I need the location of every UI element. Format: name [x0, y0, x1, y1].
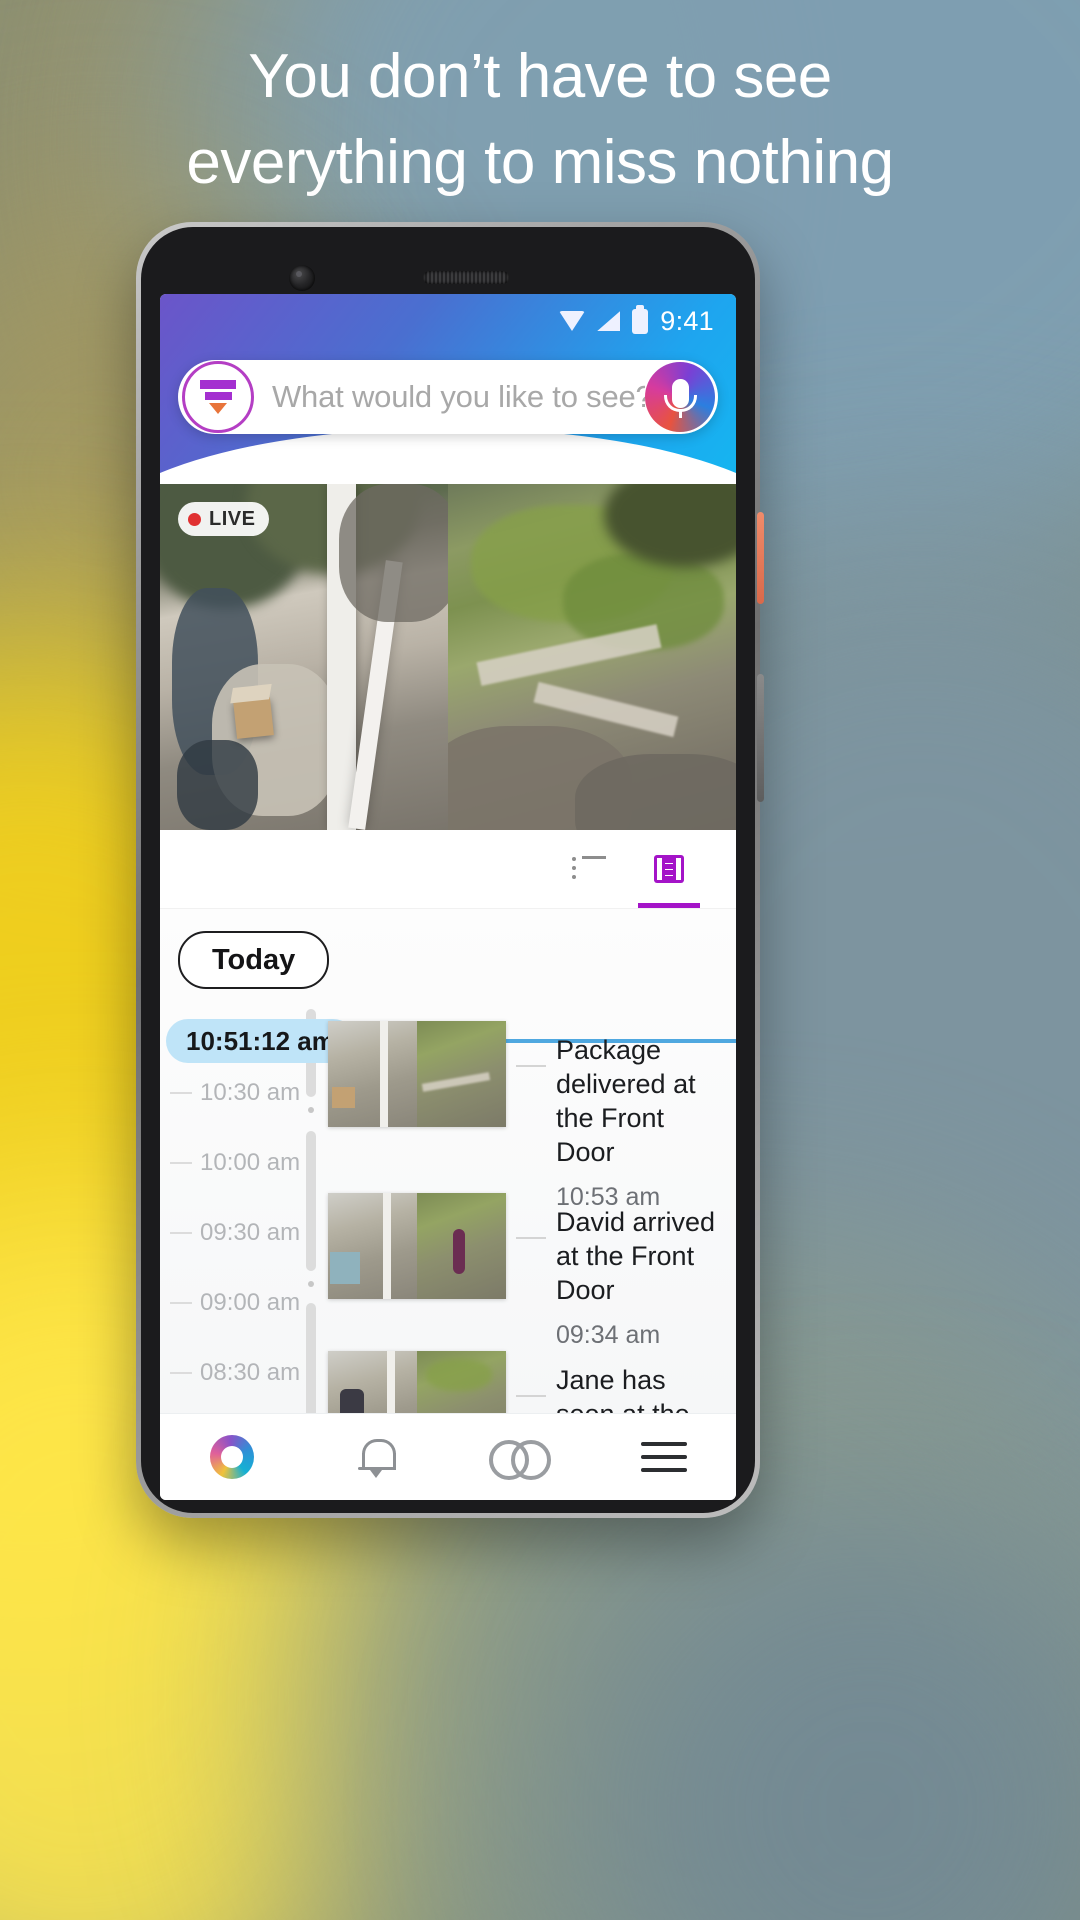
- earpiece-speaker: [423, 271, 509, 284]
- headline-line-2: everything to miss nothing: [186, 127, 894, 197]
- day-filter-button[interactable]: Today: [178, 931, 330, 989]
- front-door-david-thumbnail[interactable]: [328, 1193, 506, 1299]
- live-badge: LIVE: [178, 502, 270, 536]
- front-door-jane-thumbnail[interactable]: [328, 1351, 506, 1415]
- active-tab-indicator: [638, 903, 700, 908]
- timeline-event-row[interactable]: Jane has seen at the Front Door 08:15 am: [328, 1351, 728, 1415]
- search-bar[interactable]: What would you like to see?: [178, 360, 718, 434]
- timeline-tick: 10:30 am: [170, 1079, 300, 1107]
- signal-icon: [597, 311, 621, 331]
- camera-feed-right: [448, 484, 736, 830]
- front-door-package-thumbnail[interactable]: [328, 1021, 506, 1127]
- status-bar-time: 9:41: [660, 305, 714, 336]
- event-title: Jane has seen at the Front Door: [556, 1365, 690, 1415]
- bell-icon: [357, 1436, 396, 1478]
- live-camera-view[interactable]: LIVE: [160, 484, 736, 830]
- tab-list-view[interactable]: [566, 830, 612, 908]
- status-bar: 9:41: [160, 294, 736, 348]
- timeline-track[interactable]: [306, 1003, 316, 1415]
- timeline-tick: 09:00 am: [170, 1289, 300, 1317]
- nav-menu[interactable]: [592, 1442, 736, 1472]
- headline-line-1: You don’t have to see: [248, 42, 832, 111]
- funnel-logo-icon: [182, 361, 254, 433]
- film-strip-icon: [654, 855, 684, 883]
- app-header: 9:41 What would you like to see?: [160, 294, 736, 538]
- event-connector: [516, 1237, 546, 1239]
- marketing-headline: You don’t have to see everything to miss…: [0, 34, 1080, 205]
- bottom-navigation: [160, 1413, 736, 1500]
- search-input[interactable]: What would you like to see?: [254, 379, 645, 415]
- event-time: 09:34 am: [556, 1321, 661, 1350]
- timeline-event-row[interactable]: Package delivered at the Front Door 10:5…: [328, 1021, 728, 1212]
- power-button[interactable]: [757, 512, 764, 604]
- timeline-event-row[interactable]: David arrived at the Front Door 09:34 am: [328, 1193, 728, 1350]
- event-title: Package delivered at the Front Door: [556, 1035, 696, 1168]
- timeline-tick-label: 10:00 am: [200, 1149, 301, 1176]
- list-icon: [572, 856, 606, 882]
- timeline-tick: 09:30 am: [170, 1219, 300, 1247]
- color-ring-icon: [210, 1435, 254, 1479]
- event-connector: [516, 1395, 546, 1397]
- view-tabs: [160, 830, 736, 909]
- timeline-tick-label: 10:30 am: [200, 1079, 301, 1106]
- timeline-tick-label: 08:30 am: [200, 1359, 301, 1386]
- volume-button[interactable]: [757, 674, 764, 802]
- phone-screen: 9:41 What would you like to see? LIVE To…: [160, 294, 736, 1500]
- timeline-panel: Today 10:51:12 am 10:30 am 10:00 am 09:3…: [160, 909, 736, 1415]
- hamburger-menu-icon: [641, 1442, 687, 1472]
- timeline-body[interactable]: 10:51:12 am 10:30 am 10:00 am 09:30 am 0…: [160, 1003, 736, 1415]
- timeline-tick: 10:00 am: [170, 1149, 300, 1177]
- tab-clips-view[interactable]: [638, 830, 700, 908]
- front-camera-icon: [289, 265, 315, 291]
- wifi-icon: [559, 311, 586, 331]
- timeline-tick-label: 09:00 am: [200, 1289, 301, 1316]
- timeline-tick-label: 09:30 am: [200, 1219, 301, 1246]
- microphone-icon[interactable]: [645, 362, 715, 432]
- current-time-marker[interactable]: 10:51:12 am: [166, 1019, 355, 1063]
- nav-home[interactable]: [160, 1435, 304, 1479]
- battery-icon: [632, 304, 649, 334]
- event-title: David arrived at the Front Door: [556, 1207, 716, 1306]
- record-dot-icon: [188, 512, 201, 526]
- timeline-tick: 08:30 am: [170, 1359, 300, 1387]
- phone-mockup: 9:41 What would you like to see? LIVE To…: [136, 222, 764, 1518]
- nav-notifications[interactable]: [304, 1436, 448, 1478]
- binoculars-icon: [489, 1440, 551, 1480]
- live-label: LIVE: [209, 507, 256, 530]
- package-object: [232, 696, 275, 739]
- event-connector: [516, 1065, 546, 1067]
- nav-watch[interactable]: [448, 1440, 592, 1480]
